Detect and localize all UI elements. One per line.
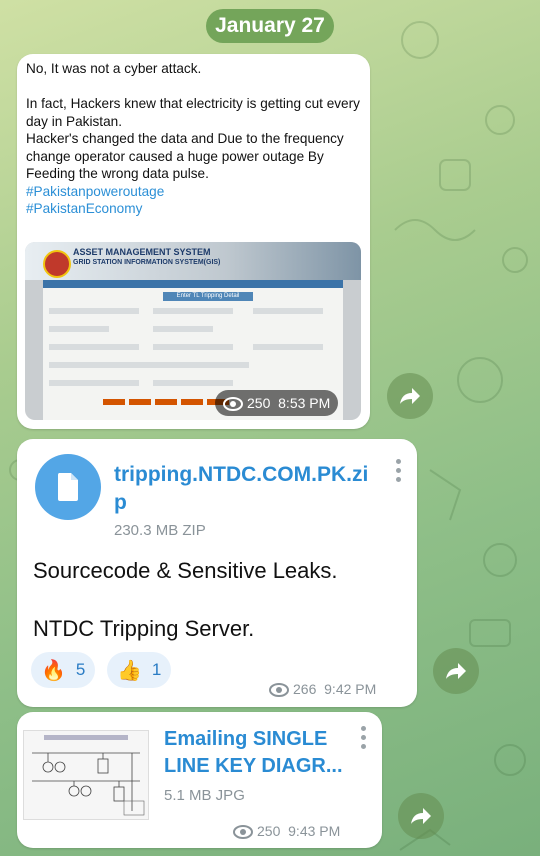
message-bubble-3[interactable]: Emailing SINGLE LINE KEY DIAGR... 5.1 MB… bbox=[17, 712, 382, 848]
fire-emoji: 🔥 bbox=[41, 659, 66, 682]
reaction-count: 5 bbox=[75, 660, 86, 679]
forward-icon bbox=[446, 663, 466, 679]
view-count: 266 bbox=[293, 681, 317, 697]
diagram-thumbnail[interactable] bbox=[23, 730, 149, 820]
reaction-fire[interactable]: 🔥 5 bbox=[31, 652, 96, 688]
thumbs-up-emoji: 👍 bbox=[117, 659, 142, 682]
attached-screenshot[interactable]: ASSET MANAGEMENT SYSTEM GRID STATION INF… bbox=[25, 242, 361, 420]
reaction-thumbs-up[interactable]: 👍 1 bbox=[107, 652, 172, 688]
screenshot-form-title: Enter TL Tripping Detail bbox=[163, 292, 253, 301]
message-text: Sourcecode & Sensitive Leaks. NTDC Tripp… bbox=[33, 558, 338, 641]
file-size: 230.3 MB ZIP bbox=[114, 522, 206, 539]
message-time: 9:43 PM bbox=[288, 823, 341, 839]
more-icon[interactable] bbox=[361, 726, 367, 749]
screenshot-navbar bbox=[43, 280, 343, 288]
form-row bbox=[153, 344, 233, 350]
message-bubble-1[interactable]: No, It was not a cyber attack. In fact, … bbox=[17, 54, 370, 429]
form-row bbox=[253, 308, 323, 314]
message-body: No, It was not a cyber attack. In fact, … bbox=[26, 61, 360, 181]
hashtag-link[interactable]: #PakistanEconomy bbox=[26, 200, 364, 218]
form-row bbox=[49, 344, 139, 350]
message-bubble-2[interactable]: tripping.NTDC.COM.PK.zip 230.3 MB ZIP So… bbox=[17, 439, 417, 707]
message-meta: 250 8:53 PM bbox=[215, 390, 339, 416]
message-meta: 266 9:42 PM bbox=[269, 681, 377, 698]
form-row bbox=[49, 308, 139, 314]
form-row bbox=[49, 326, 109, 332]
eye-icon bbox=[269, 683, 289, 698]
form-row bbox=[153, 380, 233, 386]
form-row bbox=[49, 380, 139, 386]
file-download-button[interactable] bbox=[35, 454, 101, 520]
wapda-logo-icon bbox=[43, 250, 71, 278]
screenshot-subtitle: GRID STATION INFORMATION SYSTEM(GIS) bbox=[73, 259, 221, 266]
forward-icon bbox=[400, 388, 420, 404]
forward-button[interactable] bbox=[398, 793, 444, 839]
file-icon bbox=[57, 473, 78, 501]
forward-button[interactable] bbox=[433, 648, 479, 694]
reaction-count: 1 bbox=[151, 660, 162, 679]
message-time: 8:53 PM bbox=[278, 395, 331, 411]
message-time: 9:42 PM bbox=[324, 681, 377, 697]
file-size: 5.1 MB JPG bbox=[164, 787, 245, 804]
message-meta: 250 9:43 PM bbox=[233, 823, 341, 840]
message-text: No, It was not a cyber attack. In fact, … bbox=[26, 60, 364, 218]
date-separator: January 27 bbox=[206, 9, 334, 43]
diagram-preview bbox=[32, 735, 145, 816]
eye-icon bbox=[233, 825, 253, 840]
screenshot-title: ASSET MANAGEMENT SYSTEM bbox=[73, 247, 211, 257]
forward-button[interactable] bbox=[387, 373, 433, 419]
form-row bbox=[153, 326, 213, 332]
form-row bbox=[153, 308, 233, 314]
file-name[interactable]: Emailing SINGLE LINE KEY DIAGR... bbox=[164, 726, 354, 780]
form-row bbox=[49, 362, 249, 368]
file-name[interactable]: tripping.NTDC.COM.PK.zip bbox=[114, 461, 376, 517]
form-row bbox=[253, 344, 323, 350]
more-icon[interactable] bbox=[396, 459, 402, 482]
view-count: 250 bbox=[257, 823, 281, 839]
forward-icon bbox=[411, 808, 431, 824]
form-buttons bbox=[103, 392, 233, 410]
hashtag-link[interactable]: #Pakistanpoweroutage bbox=[26, 183, 364, 201]
view-count: 250 bbox=[247, 395, 271, 411]
eye-icon bbox=[223, 397, 243, 412]
screenshot-header: ASSET MANAGEMENT SYSTEM GRID STATION INF… bbox=[25, 242, 361, 280]
